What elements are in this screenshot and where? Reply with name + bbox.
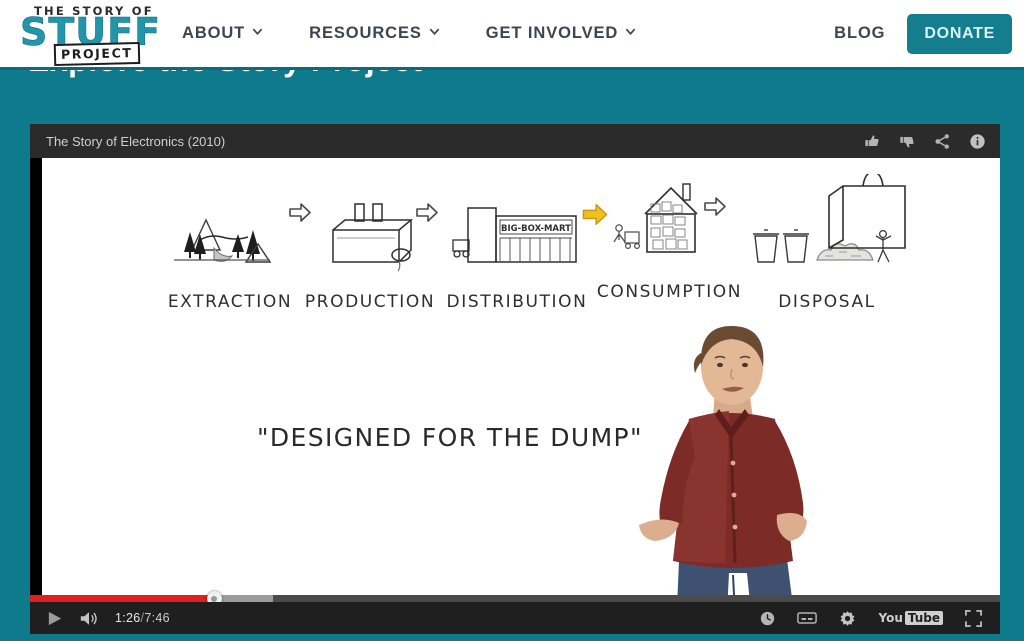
logo-line-project: PROJECT bbox=[53, 41, 140, 66]
nav-item-about[interactable]: ABOUT bbox=[182, 24, 263, 43]
settings-gear-icon[interactable] bbox=[839, 610, 856, 627]
chevron-down-icon bbox=[625, 26, 636, 37]
play-button[interactable] bbox=[46, 610, 63, 627]
video-title: The Story of Electronics (2010) bbox=[46, 133, 226, 149]
main-navigation: ABOUT RESOURCES GET INVOLVED bbox=[182, 24, 636, 43]
thumbs-up-icon[interactable] bbox=[864, 133, 881, 150]
controls-left-group: 1:26/7:46 bbox=[46, 610, 170, 627]
youtube-tube-text: Tube bbox=[904, 611, 943, 625]
youtube-logo[interactable]: You Tube bbox=[878, 611, 943, 625]
video-headline-text: "DESIGNED FOR THE DUMP" bbox=[257, 423, 643, 452]
nav-item-blog[interactable]: BLOG bbox=[834, 24, 885, 43]
lifecycle-stage-label: EXTRACTION bbox=[167, 292, 293, 312]
thumbs-down-icon[interactable] bbox=[899, 133, 916, 150]
youtube-you-text: You bbox=[878, 611, 903, 625]
info-icon[interactable] bbox=[969, 133, 986, 150]
progress-played bbox=[30, 595, 215, 602]
site-logo[interactable]: THE STORY OF STUFF PROJECT bbox=[12, 0, 162, 69]
svg-text:BIG-BOX-MART: BIG-BOX-MART bbox=[501, 224, 571, 234]
lifecycle-arrow-4-icon bbox=[702, 194, 728, 225]
nav-item-label: ABOUT bbox=[182, 24, 246, 42]
current-time: 1:26 bbox=[115, 611, 141, 625]
chevron-down-icon bbox=[429, 26, 440, 37]
dump-container-icon bbox=[807, 171, 917, 275]
video-progress-bar[interactable] bbox=[30, 591, 1000, 606]
video-player[interactable]: The Story of Electronics (2010) EXTRACTI… bbox=[30, 124, 1000, 634]
big-box-mart-icon: BIG-BOX-MART bbox=[432, 186, 602, 272]
lifecycle-stage-extraction: EXTRACTION bbox=[150, 186, 310, 312]
fullscreen-icon[interactable] bbox=[965, 609, 982, 627]
controls-right-group: You Tube bbox=[760, 609, 982, 627]
lifecycle-diagram: EXTRACTION PRODUCTION BIG-BOX-MART DISTR… bbox=[42, 164, 1000, 324]
watch-later-icon[interactable] bbox=[760, 611, 775, 626]
total-time: 7:46 bbox=[144, 611, 170, 625]
volume-icon[interactable] bbox=[79, 610, 99, 627]
lifecycle-stage-distribution: BIG-BOX-MART DISTRIBUTION bbox=[432, 186, 602, 312]
video-topbar-actions bbox=[864, 133, 986, 150]
captions-icon[interactable] bbox=[797, 611, 818, 625]
nav-item-resources[interactable]: RESOURCES bbox=[309, 24, 440, 43]
nav-item-label: GET INVOLVED bbox=[485, 24, 619, 42]
site-header: THE STORY OF STUFF PROJECT ABOUT RESOURC… bbox=[0, 0, 1024, 70]
lifecycle-stage-label: DISTRIBUTION bbox=[446, 292, 588, 312]
header-right-group: BLOG DONATE bbox=[834, 13, 1012, 54]
lifecycle-stage-label: PRODUCTION bbox=[304, 292, 436, 312]
nav-item-get-involved[interactable]: GET INVOLVED bbox=[486, 24, 636, 43]
video-control-bar: 1:26/7:46 You Tube bbox=[30, 602, 1000, 634]
presenter-figure bbox=[617, 323, 847, 602]
video-stage: EXTRACTION PRODUCTION BIG-BOX-MART DISTR… bbox=[42, 158, 1000, 602]
trees-mountain-icon bbox=[150, 186, 310, 272]
page-root: Explore the Story Project THE STORY OF S… bbox=[0, 0, 1024, 641]
video-topbar: The Story of Electronics (2010) bbox=[30, 124, 1000, 158]
chevron-down-icon bbox=[252, 26, 263, 37]
donate-button[interactable]: DONATE bbox=[907, 13, 1012, 54]
lifecycle-stage-label: CONSUMPTION bbox=[596, 282, 743, 302]
time-display: 1:26/7:46 bbox=[115, 611, 170, 625]
nav-item-label: RESOURCES bbox=[309, 24, 422, 42]
share-icon[interactable] bbox=[934, 133, 951, 150]
lifecycle-stage-label: DISPOSAL bbox=[778, 292, 876, 312]
